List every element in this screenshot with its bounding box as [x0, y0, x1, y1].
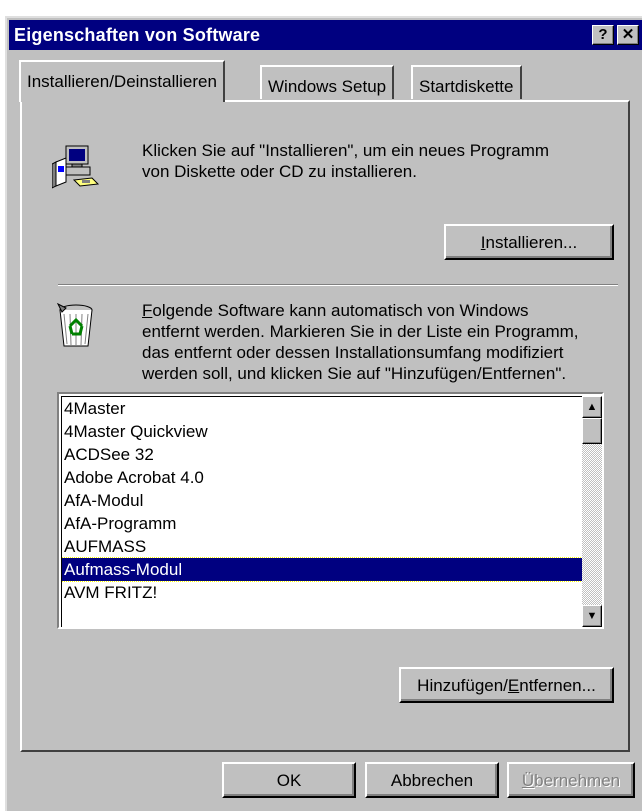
install-description: Klicken Sie auf "Installieren", um ein n…	[142, 140, 549, 182]
list-item[interactable]: AVM FRITZ!	[62, 581, 582, 604]
remove-description: Folgende Software kann automatisch von W…	[142, 300, 579, 384]
recycle-bin-icon	[56, 302, 93, 347]
properties-dialog: Eigenschaften von Software ? ✕ Installie…	[5, 16, 642, 811]
list-item[interactable]: AfA-Programm	[62, 512, 582, 535]
section-divider	[58, 284, 618, 286]
close-button[interactable]: ✕	[617, 25, 639, 45]
cancel-button[interactable]: Abbrechen	[365, 762, 499, 798]
ok-label: OK	[276, 771, 302, 790]
help-button[interactable]: ?	[592, 25, 614, 45]
title-bar[interactable]: Eigenschaften von Software ? ✕	[9, 20, 642, 50]
program-list[interactable]: 4Master 4Master Quickview ACDSee 32 Adob…	[61, 396, 582, 627]
list-item[interactable]: AUFMASS	[62, 535, 582, 558]
tab-windows-setup-label: Windows Setup	[268, 77, 387, 96]
remove-desc-accel: F	[142, 301, 153, 320]
tab-panel: Klicken Sie auf "Installieren", um ein n…	[20, 100, 630, 752]
tab-install-uninstall-label: Installieren/Deinstallieren	[27, 72, 217, 91]
tab-windows-setup[interactable]: Windows Setup	[260, 65, 395, 99]
install-button-text: nstallieren...	[485, 233, 578, 252]
apply-label: bernehmen	[534, 771, 621, 790]
tab-install-uninstall[interactable]: Installieren/Deinstallieren	[19, 60, 225, 102]
tab-startup-disk[interactable]: Startdiskette	[411, 65, 522, 99]
add-remove-prefix: Hinzufügen/	[417, 676, 508, 695]
list-item[interactable]: 4Master Quickview	[62, 420, 582, 443]
remove-desc-line2: entfernt werden. Markieren Sie in der Li…	[142, 322, 579, 341]
remove-desc-line1: olgende Software kann automatisch von Wi…	[152, 301, 529, 320]
install-desc-line2: von Diskette oder CD zu installieren.	[142, 162, 417, 181]
add-remove-accel: E	[507, 676, 520, 695]
list-scrollbar[interactable]: ▲ ▼	[582, 396, 602, 627]
tab-startup-disk-label: Startdiskette	[419, 77, 514, 96]
ok-button[interactable]: OK	[222, 762, 356, 798]
list-item[interactable]: ACDSee 32	[62, 443, 582, 466]
scroll-down-button[interactable]: ▼	[582, 605, 602, 627]
remove-desc-line4: werden soll, und klicken Sie auf "Hinzuf…	[142, 364, 567, 383]
scroll-up-button[interactable]: ▲	[582, 396, 602, 418]
apply-button[interactable]: Übernehmen	[507, 762, 635, 798]
scroll-thumb[interactable]	[582, 418, 602, 444]
list-item-selected[interactable]: Aufmass-Modul	[62, 557, 582, 582]
list-item[interactable]: Adobe Acrobat 4.0	[62, 466, 582, 489]
remove-desc-line3: das entfernt oder dessen Installationsum…	[142, 343, 564, 362]
install-desc-line1: Klicken Sie auf "Installieren", um ein n…	[142, 141, 550, 160]
program-listbox[interactable]: 4Master 4Master Quickview ACDSee 32 Adob…	[57, 392, 604, 629]
install-computer-icon	[52, 145, 100, 189]
apply-accel: Ü	[521, 771, 535, 790]
add-remove-rest: ntfernen...	[519, 676, 596, 695]
cancel-label: Abbrechen	[390, 771, 474, 790]
list-item[interactable]: AfA-Modul	[62, 489, 582, 512]
install-button[interactable]: Installieren...	[444, 224, 614, 260]
window-title: Eigenschaften von Software	[14, 25, 261, 45]
list-item[interactable]: 4Master	[62, 397, 582, 420]
add-remove-button[interactable]: Hinzufügen/Entfernen...	[399, 667, 614, 703]
